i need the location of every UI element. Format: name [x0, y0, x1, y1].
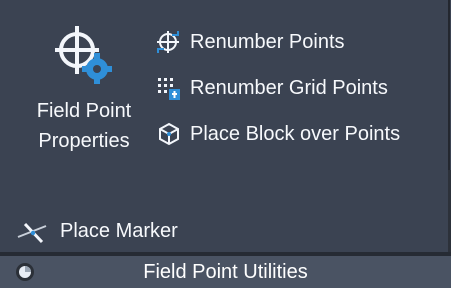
place-block-over-points-button[interactable]: Place Block over Points: [156, 116, 448, 152]
place-block-icon: [159, 122, 179, 146]
renumber-points-label: Renumber Points: [190, 30, 345, 53]
place-marker-icon: [17, 222, 47, 244]
renumber-grid-points-label: Renumber Grid Points: [190, 76, 388, 99]
renumber-grid-points-button[interactable]: Renumber Grid Points: [156, 70, 448, 106]
place-marker-label: Place Marker: [60, 219, 178, 242]
field-point-properties-label: Field Point Properties: [18, 96, 150, 156]
place-block-over-points-label: Place Block over Points: [190, 122, 401, 145]
field-point-properties-button[interactable]: Field Point Properties: [18, 18, 150, 158]
renumber-points-icon: [157, 31, 179, 53]
panel-title: Field Point Utilities: [143, 261, 308, 283]
renumber-points-button[interactable]: Renumber Points: [156, 24, 448, 60]
field-point-properties-label-line1: Field Point: [36, 100, 132, 122]
renumber-grid-points-icon: [158, 78, 180, 100]
panel-title-bar[interactable]: Field Point Utilities: [0, 256, 451, 288]
field-point-properties-label-line2: Properties: [38, 130, 130, 152]
place-marker-button[interactable]: Place Marker: [14, 210, 254, 252]
ribbon-panel: Field Point Properties Renumber Points R…: [0, 0, 451, 288]
field-point-properties-icon: [55, 26, 112, 84]
